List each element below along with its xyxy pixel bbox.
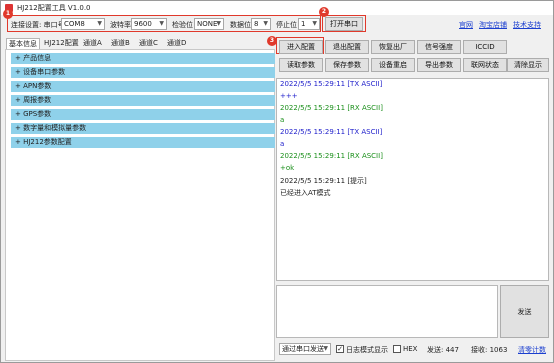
chevron-down-icon: ▼ bbox=[323, 345, 328, 352]
section-product-info[interactable]: + 产品信息 bbox=[11, 53, 275, 64]
network-status-button[interactable]: 联网状态 bbox=[463, 58, 507, 72]
log-line: a bbox=[280, 116, 285, 124]
log-line: 已经进入AT模式 bbox=[280, 189, 331, 197]
log-line: 2022/5/5 15:29:11 [TX ASCII] bbox=[280, 128, 383, 136]
annotation-badge-3: 3 bbox=[267, 36, 277, 46]
tech-support-link[interactable]: 技术支持 bbox=[513, 20, 541, 30]
read-params-button[interactable]: 读取参数 bbox=[279, 58, 323, 72]
tab-basic-info[interactable]: 基本信息 bbox=[6, 38, 40, 49]
tab-channel-a[interactable]: 通道A bbox=[81, 38, 104, 49]
log-output[interactable]: 2022/5/5 15:29:11 [TX ASCII] +++ 2022/5/… bbox=[276, 78, 549, 281]
log-line: 2022/5/5 15:29:11 [TX ASCII] bbox=[280, 80, 383, 88]
send-input[interactable] bbox=[276, 285, 498, 338]
log-mode-checkbox[interactable]: ✓ bbox=[336, 345, 344, 353]
sent-count: 发送: 447 bbox=[427, 346, 459, 354]
tab-hj212-config[interactable]: HJ212配置 bbox=[42, 38, 81, 49]
iccid-button[interactable]: ICCID bbox=[463, 40, 507, 54]
send-mode-value: 通过串口发送 bbox=[282, 345, 324, 353]
save-params-button[interactable]: 保存参数 bbox=[325, 58, 369, 72]
hex-label: HEX bbox=[403, 345, 418, 353]
section-report-params[interactable]: + 周报参数 bbox=[11, 95, 275, 106]
annotation-box-2 bbox=[322, 15, 366, 32]
send-button[interactable]: 发送 bbox=[500, 285, 549, 338]
window-title: HJ212配置工具 V1.0.0 bbox=[17, 4, 91, 12]
section-hj212-config[interactable]: + HJ212参数配置 bbox=[11, 137, 275, 148]
tab-channel-c[interactable]: 通道C bbox=[137, 38, 160, 49]
factory-reset-button[interactable]: 恢复出厂 bbox=[371, 40, 415, 54]
clear-display-button[interactable]: 清除显示 bbox=[507, 58, 549, 72]
log-line: 2022/5/5 15:29:11 [RX ASCII] bbox=[280, 152, 383, 160]
log-mode-label: 日志模式显示 bbox=[346, 346, 388, 354]
log-line: 2022/5/5 15:29:11 [RX ASCII] bbox=[280, 104, 383, 112]
exit-config-button[interactable]: 退出配置 bbox=[325, 40, 369, 54]
export-params-button[interactable]: 导出参数 bbox=[417, 58, 461, 72]
annotation-badge-1: 1 bbox=[3, 9, 13, 19]
log-line: +ok bbox=[280, 164, 295, 172]
log-line: a bbox=[280, 140, 285, 148]
checkmark-icon: ✓ bbox=[337, 345, 343, 353]
hex-checkbox[interactable] bbox=[393, 345, 401, 353]
app-window: HJ212配置工具 V1.0.0 连接设置: 串口号 COM8 ▼ 波特率 96… bbox=[0, 0, 554, 363]
section-gps-params[interactable]: + GPS参数 bbox=[11, 109, 275, 120]
settings-panel: + 产品信息 + 设备串口参数 + APN参数 + 周报参数 + GPS参数 +… bbox=[5, 49, 275, 361]
log-line: +++ bbox=[280, 92, 298, 100]
section-apn-params[interactable]: + APN参数 bbox=[11, 81, 275, 92]
device-restart-button[interactable]: 设备重启 bbox=[371, 58, 415, 72]
tab-channel-b[interactable]: 通道B bbox=[109, 38, 132, 49]
annotation-box-1 bbox=[7, 15, 321, 32]
section-io-params[interactable]: + 数字量和模拟量参数 bbox=[11, 123, 275, 134]
log-line: 2022/5/5 15:29:11 [提示] bbox=[280, 177, 367, 185]
official-site-link[interactable]: 官网 bbox=[459, 20, 473, 30]
signal-strength-button[interactable]: 信号强度 bbox=[417, 40, 461, 54]
clear-count-link[interactable]: 清零计数 bbox=[518, 345, 546, 355]
tab-channel-d[interactable]: 通道D bbox=[165, 38, 188, 49]
enter-config-button[interactable]: 进入配置 bbox=[279, 40, 323, 54]
send-mode-select[interactable]: 通过串口发送 ▼ bbox=[279, 343, 331, 355]
section-serial-params[interactable]: + 设备串口参数 bbox=[11, 67, 275, 78]
title-bar: HJ212配置工具 V1.0.0 bbox=[1, 1, 553, 15]
received-count: 接收: 1063 bbox=[471, 346, 508, 354]
annotation-badge-2: 2 bbox=[319, 7, 329, 17]
taobao-store-link[interactable]: 淘宝店铺 bbox=[479, 20, 507, 30]
